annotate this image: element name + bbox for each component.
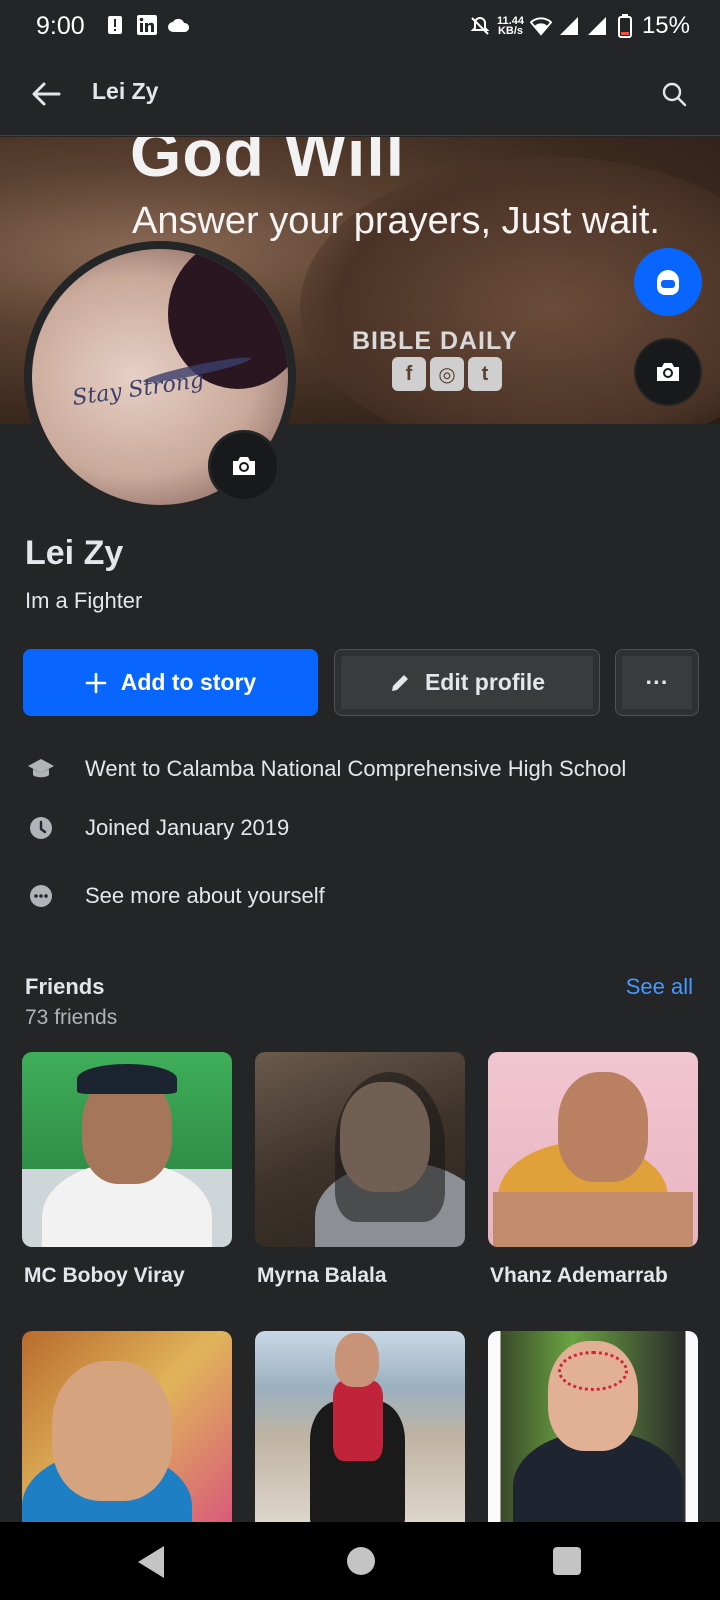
more-circle-icon (25, 880, 57, 912)
twitter-logo-icon: t (468, 357, 502, 391)
network-speed: 11.44 KB/s (497, 15, 524, 37)
signal-icon-2 (586, 15, 608, 37)
cloud-icon (168, 14, 190, 36)
graduation-cap-icon (25, 753, 57, 785)
see-more-text: See more about yourself (85, 883, 325, 908)
page-title: Lei Zy (92, 78, 159, 104)
alert-icon (104, 14, 126, 36)
friends-heading: Friends (25, 974, 105, 999)
nav-home-icon[interactable] (347, 1547, 375, 1575)
cover-social-logos: f ◎ t (392, 357, 502, 391)
dnd-off-bell-icon (469, 15, 491, 37)
friend-tile[interactable] (22, 1331, 232, 1522)
face-filter-hearts (558, 1351, 628, 1391)
status-bar: 9:00 11.44 KB/s 15% (0, 0, 720, 54)
see-more-about-button[interactable]: See more about yourself (25, 876, 325, 916)
more-options-button[interactable]: ··· (615, 649, 699, 716)
nav-recents-icon[interactable] (553, 1547, 581, 1575)
friend-name[interactable]: Myrna Balala (257, 1264, 387, 1288)
cover-brand: BIBLE DAILY (352, 327, 518, 355)
system-navigation-bar (0, 1522, 720, 1600)
edit-profile-button[interactable]: Edit profile (334, 649, 600, 716)
friends-count: 73 friends (25, 1006, 118, 1029)
avatar-button[interactable] (634, 248, 702, 316)
intro-education[interactable]: Went to Calamba National Comprehensive H… (25, 749, 626, 789)
friend-name[interactable]: Vhanz Ademarrab (490, 1264, 668, 1288)
battery-percent: 15% (641, 12, 690, 39)
see-all-friends-link[interactable]: See all (626, 974, 693, 1000)
tattoo-text: Stay Strong (70, 367, 206, 412)
top-app-bar: Lei Zy (0, 54, 720, 136)
education-text: Went to Calamba National Comprehensive H… (85, 756, 627, 781)
friend-name[interactable]: MC Boboy Viray (24, 1264, 185, 1288)
cover-headline: God Will (130, 137, 406, 190)
signal-icon (558, 15, 580, 37)
joined-text: Joined January 2019 (85, 815, 290, 840)
nav-back-icon[interactable] (138, 1546, 164, 1578)
friend-tile[interactable] (255, 1331, 465, 1522)
avatar-face-icon (657, 270, 679, 295)
friend-tile[interactable] (488, 1331, 698, 1522)
status-system-icons: 11.44 KB/s 15% (469, 12, 690, 40)
pencil-icon (391, 674, 408, 691)
intro-joined: Joined January 2019 (25, 808, 289, 848)
profile-name: Lei Zy (25, 534, 124, 572)
status-time: 9:00 (36, 12, 85, 40)
camera-icon (657, 363, 679, 381)
wifi-icon (529, 15, 552, 37)
add-to-story-label: Add to story (120, 669, 257, 695)
add-to-story-button[interactable]: Add to story (23, 649, 318, 716)
facebook-logo-icon: f (392, 357, 426, 391)
edit-profile-label: Edit profile (424, 669, 546, 695)
instagram-logo-icon: ◎ (430, 357, 464, 391)
cover-subline: Answer your prayers, Just wait. (132, 200, 660, 242)
friend-tile[interactable] (22, 1052, 232, 1247)
more-dots-icon: ··· (645, 669, 669, 695)
search-button[interactable] (654, 74, 694, 114)
status-notification-icons (104, 14, 190, 36)
clock-icon (25, 812, 57, 844)
cap (77, 1064, 177, 1094)
friend-tile[interactable] (255, 1052, 465, 1247)
friend-tile[interactable] (488, 1052, 698, 1247)
linkedin-icon (136, 14, 158, 36)
camera-icon (233, 457, 255, 475)
plus-icon (85, 672, 107, 693)
arrow-left-icon (32, 82, 61, 106)
edit-cover-photo-button[interactable] (634, 338, 702, 406)
battery-icon (614, 14, 636, 38)
back-button[interactable] (26, 74, 66, 114)
profile-bio: Im a Fighter (25, 588, 143, 613)
search-icon (662, 82, 687, 107)
edit-profile-photo-button[interactable] (208, 430, 280, 502)
